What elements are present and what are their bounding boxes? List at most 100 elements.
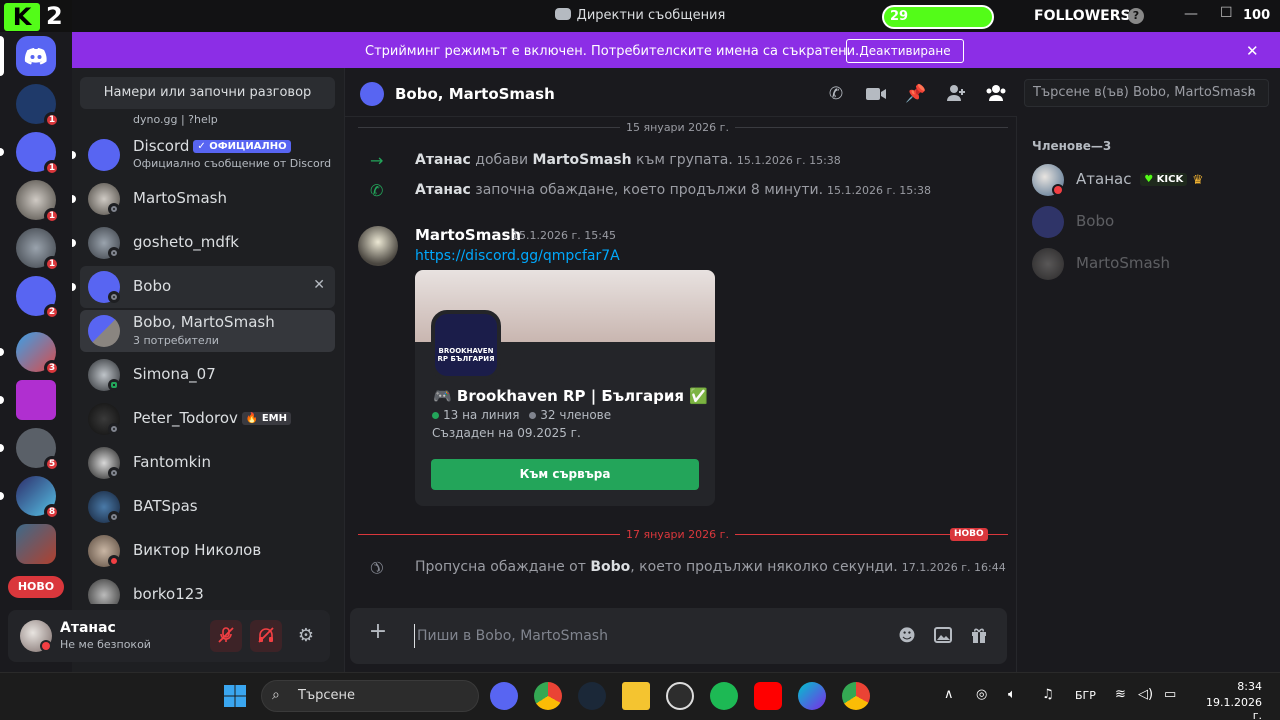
message-link[interactable]: https://discord.gg/qmpcfar7A bbox=[415, 248, 620, 264]
new-messages-badge: НОВО bbox=[950, 528, 988, 541]
user-settings-button[interactable]: ⚙ bbox=[290, 620, 322, 652]
followers-count: 29 bbox=[890, 9, 909, 24]
start-video-call-button[interactable] bbox=[864, 82, 888, 106]
battery-icon[interactable]: ▭ bbox=[1164, 687, 1176, 702]
chat-search-input[interactable]: Търсене в(ъв) Bobo, MartoSmash bbox=[1024, 79, 1269, 107]
message-author-avatar[interactable] bbox=[358, 226, 398, 266]
crown-icon: ♛ bbox=[1192, 173, 1204, 188]
server-icon-6[interactable]: 3 bbox=[0, 332, 60, 376]
message-input[interactable] bbox=[414, 624, 874, 648]
offline-status-icon bbox=[108, 467, 120, 479]
dm-item-name: Bobo bbox=[133, 277, 172, 295]
member-atanas[interactable]: Атанас ♥ KICK ♛ bbox=[1032, 162, 1264, 198]
server-icon-3[interactable]: 1 bbox=[16, 180, 60, 224]
dm-item-fantomkin[interactable]: Fantomkin bbox=[80, 442, 335, 484]
dm-item-borko[interactable]: borko123 bbox=[80, 574, 335, 604]
dm-item-name: Simona_07 bbox=[133, 365, 216, 383]
message-author[interactable]: MartoSmash bbox=[415, 226, 521, 244]
new-unreads-button[interactable]: НОВО bbox=[8, 576, 64, 598]
show-member-list-button[interactable] bbox=[984, 82, 1008, 106]
direct-messages-home-button[interactable] bbox=[0, 36, 56, 76]
clock-time[interactable]: 8:34 bbox=[1218, 680, 1262, 693]
taskbar-chrome-profile[interactable] bbox=[842, 682, 870, 710]
dm-item-discord[interactable]: Discord ✓ ОФИЦИАЛНО Официално съобщение о… bbox=[72, 134, 335, 176]
member-bobo[interactable]: Bobo bbox=[1032, 204, 1264, 240]
mobile-status-icon bbox=[108, 379, 120, 391]
deactivate-streamer-mode-button[interactable]: Деактивиране bbox=[846, 39, 964, 63]
maximize-button[interactable]: ☐ bbox=[1220, 5, 1233, 21]
volume-icon[interactable]: ◁) bbox=[1138, 687, 1153, 702]
taskbar-discord[interactable] bbox=[490, 682, 518, 710]
taskbar-app-obs[interactable] bbox=[666, 682, 694, 710]
tray-app-icon[interactable]: ◎ bbox=[976, 687, 987, 702]
window-title-text: Директни съобщения bbox=[576, 8, 726, 23]
taskbar-chrome[interactable] bbox=[534, 682, 562, 710]
start-button[interactable] bbox=[223, 684, 247, 708]
add-friends-button[interactable] bbox=[944, 82, 968, 106]
avatar bbox=[1032, 248, 1064, 280]
undeafen-button[interactable] bbox=[250, 620, 282, 652]
unmute-microphone-button[interactable] bbox=[210, 620, 242, 652]
search-icon: ⌕ bbox=[1248, 84, 1256, 100]
add-user-icon bbox=[947, 85, 965, 101]
server-icon-2[interactable]: 1 bbox=[0, 132, 60, 176]
tray-chevron-icon[interactable]: ∧ bbox=[944, 687, 954, 702]
member-martosmash[interactable]: MartoSmash bbox=[1032, 246, 1264, 282]
server-icon-10[interactable] bbox=[16, 524, 56, 564]
server-icon-7[interactable] bbox=[0, 380, 56, 420]
gif-button[interactable] bbox=[931, 624, 955, 648]
help-icon[interactable]: ? bbox=[1128, 8, 1144, 24]
members-icon bbox=[986, 85, 1006, 101]
offline-status-icon bbox=[108, 511, 120, 523]
gift-button[interactable] bbox=[967, 624, 991, 648]
phone-icon: ✆ bbox=[828, 84, 844, 104]
image-icon bbox=[934, 627, 952, 643]
dm-item-bobo[interactable]: Bobo ✕ bbox=[72, 266, 335, 308]
clock-date[interactable]: 19.1.2026 г. bbox=[1196, 696, 1262, 720]
member-name: Атанас ♥ KICK ♛ bbox=[1076, 170, 1204, 188]
speaker-icon[interactable]: 🔈︎ bbox=[1008, 687, 1016, 702]
find-conversation-button[interactable]: Намери или започни разговор bbox=[80, 77, 335, 109]
dm-item-name: BATSpas bbox=[133, 497, 198, 515]
close-banner-button[interactable]: ✕ bbox=[1246, 42, 1259, 60]
invite-stats: 13 на линия 32 членове bbox=[432, 408, 611, 422]
streamer-mode-text: Стрийминг режимът е включен. Потребителс… bbox=[365, 44, 860, 59]
wifi-icon[interactable]: ≋ bbox=[1115, 687, 1126, 702]
taskbar-steam[interactable] bbox=[578, 682, 606, 710]
go-to-server-button[interactable]: Към сървъра bbox=[431, 459, 699, 490]
offline-status-icon bbox=[108, 247, 120, 259]
dm-item-viktor[interactable]: Виктор Николов bbox=[80, 530, 335, 572]
headphones-muted-icon bbox=[258, 627, 274, 643]
input-language[interactable]: БГР bbox=[1075, 689, 1096, 702]
server-icon-5[interactable]: 2 bbox=[16, 276, 60, 320]
members-dot-icon bbox=[529, 412, 537, 419]
minimize-button[interactable]: — bbox=[1184, 6, 1198, 22]
taskbar-search[interactable]: Търсене bbox=[261, 680, 479, 712]
unread-badge: 5 bbox=[44, 456, 60, 472]
dm-item-group[interactable]: Bobo, MartoSmash 3 потребители bbox=[80, 310, 335, 352]
attach-button[interactable]: + bbox=[366, 620, 390, 644]
taskbar-canva[interactable] bbox=[798, 682, 826, 710]
taskbar-file-explorer[interactable] bbox=[622, 682, 650, 710]
server-icon-9[interactable]: 8 bbox=[0, 476, 60, 520]
emoji-button[interactable]: ☻ bbox=[895, 624, 919, 648]
dm-item-gosheto[interactable]: gosheto_mdfk bbox=[72, 222, 335, 264]
start-voice-call-button[interactable]: ✆ bbox=[824, 82, 848, 106]
server-icon-text: BROOKHAVEN RP БЪЛГАРИЯ bbox=[437, 347, 495, 363]
server-icon-8[interactable]: 5 bbox=[0, 428, 60, 472]
dm-item-martosmash[interactable]: MartoSmash bbox=[72, 178, 335, 220]
close-dm-button[interactable]: ✕ bbox=[313, 277, 325, 293]
taskbar-spotify[interactable] bbox=[710, 682, 738, 710]
microphone-icon[interactable]: ♫ bbox=[1042, 687, 1054, 702]
server-icon-4[interactable]: 1 bbox=[16, 228, 60, 272]
dm-item-partial[interactable]: dyno.gg | ?help bbox=[133, 113, 218, 126]
pinned-messages-button[interactable]: 📌 bbox=[904, 82, 928, 106]
server-icon-1[interactable]: 1 bbox=[16, 84, 60, 128]
dm-item-batspas[interactable]: BATSpas bbox=[80, 486, 335, 528]
dm-item-simona[interactable]: Simona_07 bbox=[80, 354, 335, 396]
taskbar-youtube[interactable] bbox=[754, 682, 782, 710]
chat-title[interactable]: Bobo, MartoSmash bbox=[395, 85, 555, 103]
unread-badge: 3 bbox=[44, 360, 60, 376]
dm-item-peter[interactable]: Peter_Todorov 🔥 EMH bbox=[80, 398, 335, 440]
group-avatar bbox=[360, 82, 384, 106]
